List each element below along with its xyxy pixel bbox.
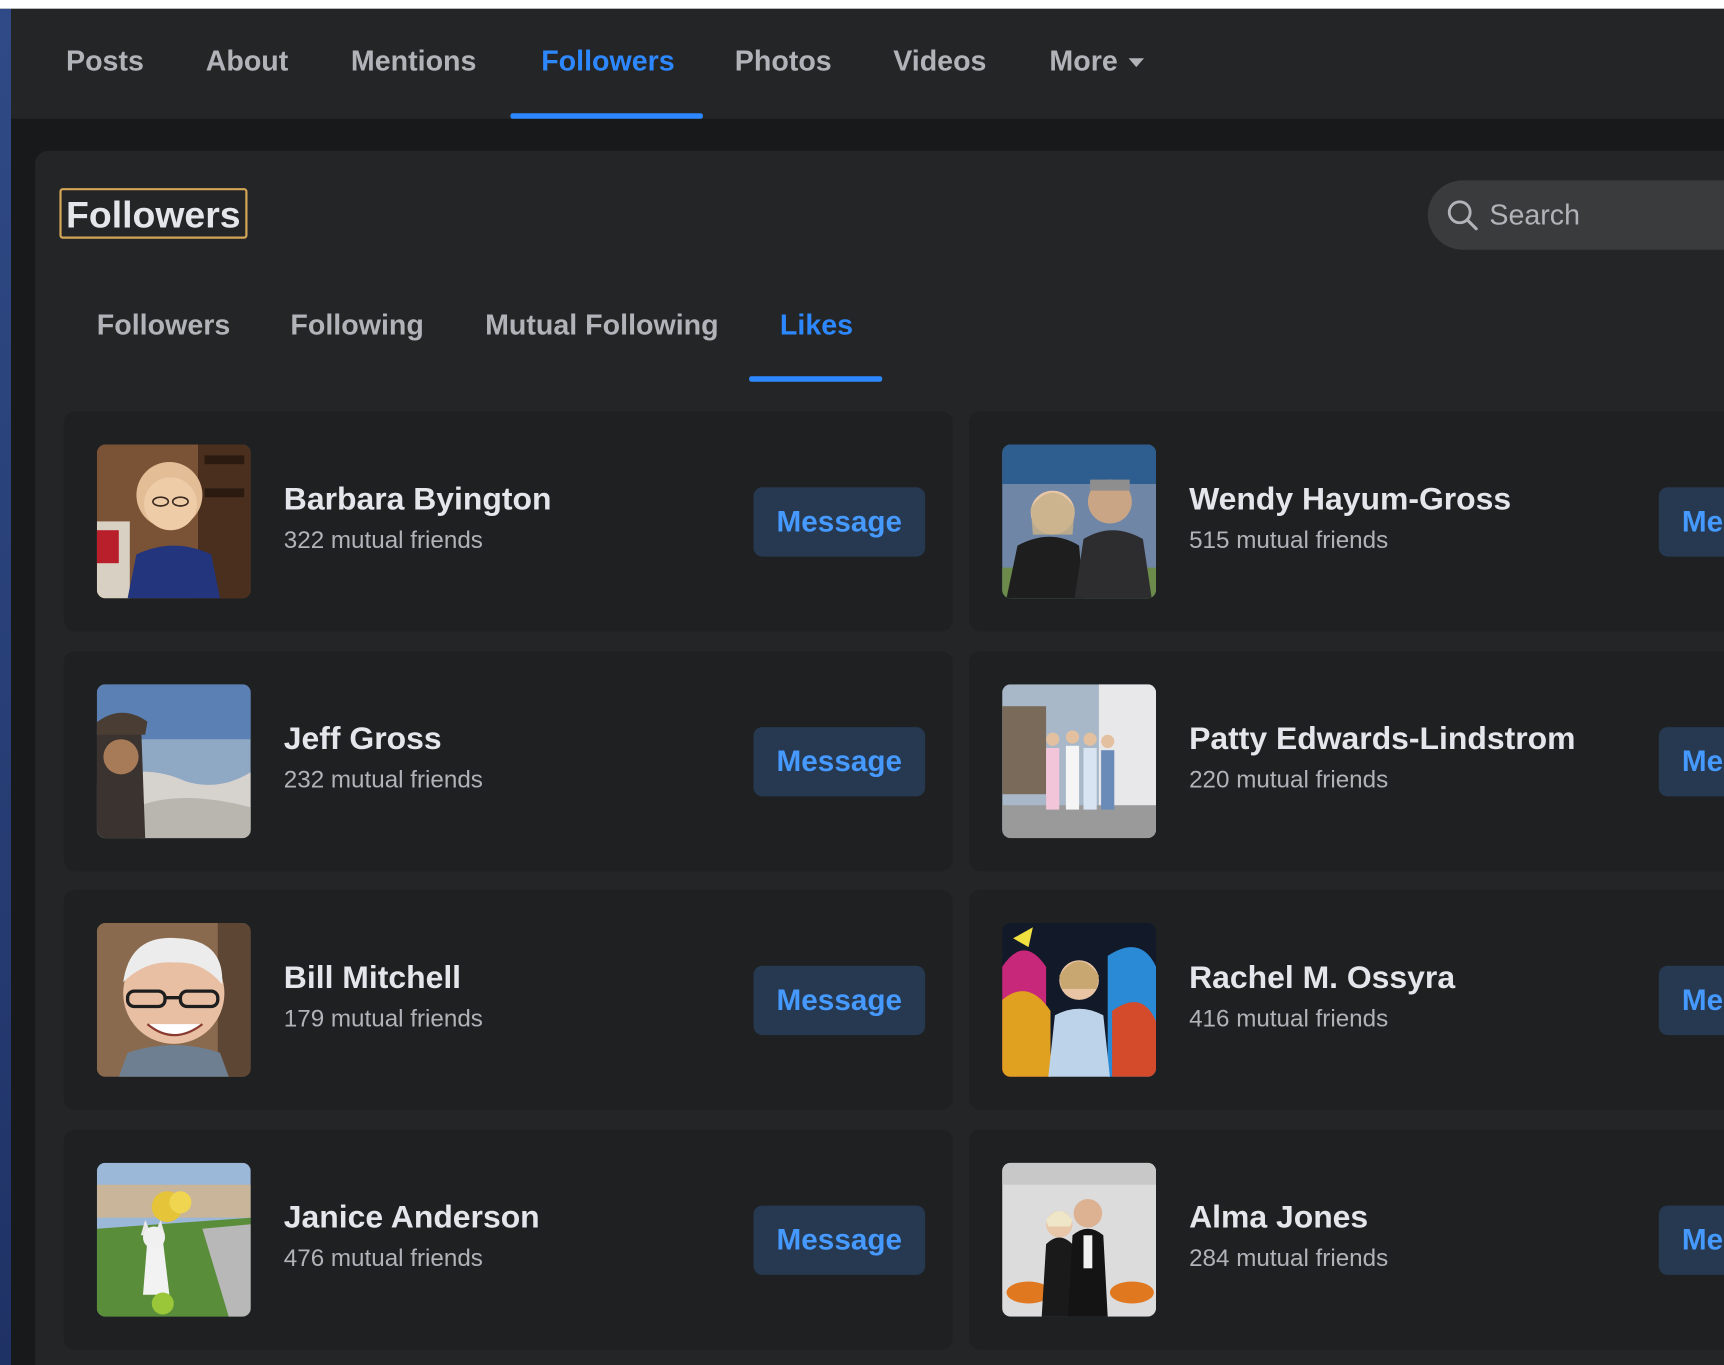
- avatar[interactable]: [96, 1162, 251, 1317]
- window-top-edge: [0, 0, 1724, 9]
- person-name[interactable]: Wendy Hayum-Gross: [1189, 482, 1511, 518]
- mutual-friends: 232 mutual friends: [283, 765, 483, 794]
- avatar[interactable]: [1002, 922, 1157, 1077]
- section-title: Followers: [59, 188, 248, 239]
- profile-tab-bar: Posts About Mentions Followers Photos Vi…: [11, 8, 1724, 119]
- tab-more-label: More: [1049, 44, 1118, 77]
- avatar[interactable]: [96, 684, 251, 839]
- person-card: Alma Jones 284 mutual friends Message: [969, 1129, 1724, 1350]
- search-placeholder: Search: [1489, 198, 1581, 231]
- mutual-friends: 416 mutual friends: [1189, 1004, 1389, 1032]
- mutual-friends: 179 mutual friends: [283, 1004, 483, 1032]
- tab-followers[interactable]: Followers: [541, 9, 674, 119]
- stage: Posts About Mentions Followers Photos Vi…: [0, 0, 1724, 1365]
- avatar[interactable]: [96, 922, 251, 1077]
- message-button[interactable]: Message: [753, 727, 926, 797]
- search-input[interactable]: Search: [1427, 180, 1724, 250]
- message-button[interactable]: Message: [753, 1205, 926, 1275]
- person-name[interactable]: Barbara Byington: [284, 482, 552, 518]
- message-button[interactable]: Message: [753, 487, 926, 557]
- avatar[interactable]: [1002, 444, 1157, 599]
- left-edge-accent: [0, 8, 11, 1365]
- tab-about[interactable]: About: [206, 9, 289, 119]
- subtab-mutual-following[interactable]: Mutual Following: [485, 299, 719, 350]
- person-name[interactable]: Janice Anderson: [284, 1200, 540, 1236]
- subtab-followers[interactable]: Followers: [97, 299, 230, 350]
- tab-videos[interactable]: Videos: [893, 9, 986, 119]
- person-card: Wendy Hayum-Gross 515 mutual friends Mes…: [969, 411, 1724, 632]
- search-icon: [1447, 200, 1478, 231]
- message-button[interactable]: Message: [1658, 487, 1724, 557]
- person-name[interactable]: Rachel M. Ossyra: [1189, 960, 1455, 996]
- message-button[interactable]: Message: [1658, 965, 1724, 1036]
- mutual-friends: 476 mutual friends: [283, 1244, 483, 1272]
- avatar[interactable]: [1002, 684, 1157, 839]
- message-button[interactable]: Message: [753, 965, 926, 1036]
- tab-more[interactable]: More: [1049, 9, 1145, 119]
- avatar[interactable]: [96, 444, 251, 599]
- person-card: Bill Mitchell 179 mutual friends Message: [63, 889, 953, 1110]
- person-card: Patty Edwards-Lindstrom 220 mutual frien…: [969, 651, 1724, 872]
- message-button[interactable]: Message: [1658, 727, 1724, 797]
- mutual-friends: 220 mutual friends: [1189, 765, 1389, 794]
- tab-posts[interactable]: Posts: [66, 9, 144, 119]
- person-card: Jeff Gross 232 mutual friends Message: [63, 651, 953, 872]
- caret-down-icon: [1128, 58, 1145, 68]
- mutual-friends: 284 mutual friends: [1189, 1244, 1389, 1272]
- avatar[interactable]: [1002, 1162, 1157, 1317]
- person-name[interactable]: Jeff Gross: [284, 722, 442, 758]
- person-card: Barbara Byington 322 mutual friends Mess…: [63, 411, 953, 632]
- tab-mentions[interactable]: Mentions: [351, 9, 477, 119]
- mutual-friends: 515 mutual friends: [1189, 525, 1389, 554]
- active-subtab-indicator: [749, 376, 883, 382]
- subtab-following[interactable]: Following: [290, 299, 423, 350]
- tab-photos[interactable]: Photos: [735, 9, 832, 119]
- person-name[interactable]: Bill Mitchell: [284, 960, 461, 996]
- active-tab-indicator: [510, 113, 703, 119]
- mutual-friends: 322 mutual friends: [283, 525, 483, 554]
- person-name[interactable]: Patty Edwards-Lindstrom: [1189, 722, 1575, 758]
- followers-panel: Followers Search Followers Following Mut…: [35, 150, 1724, 1365]
- person-name[interactable]: Alma Jones: [1189, 1200, 1368, 1236]
- message-button[interactable]: Message: [1658, 1205, 1724, 1275]
- person-card: Janice Anderson 476 mutual friends Messa…: [63, 1129, 953, 1350]
- person-card: Rachel M. Ossyra 416 mutual friends Mess…: [969, 889, 1724, 1110]
- subtab-likes[interactable]: Likes: [780, 299, 853, 350]
